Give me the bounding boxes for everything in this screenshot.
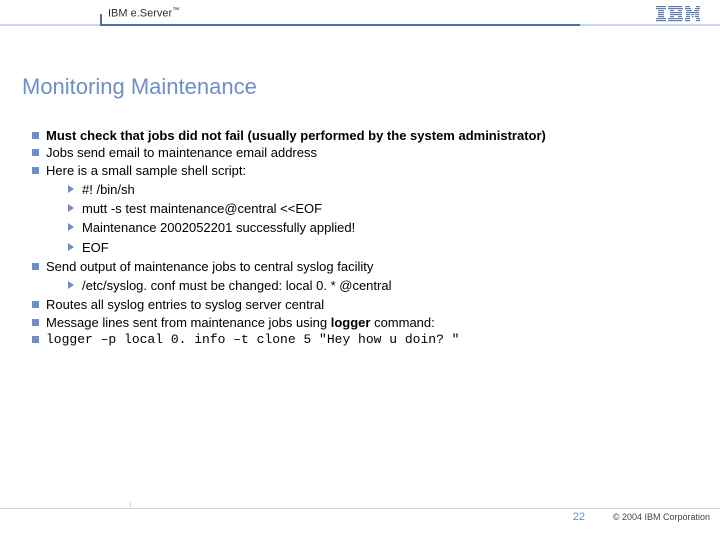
header-rule bbox=[0, 24, 720, 26]
copyright-text: © 2004 IBM Corporation bbox=[613, 512, 710, 522]
bullet-item: Jobs send email to maintenance email add… bbox=[32, 145, 690, 161]
page-number: 22 bbox=[573, 511, 585, 523]
footer-tick bbox=[130, 502, 131, 509]
bullet-item: Routes all syslog entries to syslog serv… bbox=[32, 297, 690, 313]
content-area: Must check that jobs did not fail (usual… bbox=[0, 100, 720, 348]
slide-footer: 22 © 2004 IBM Corporation bbox=[0, 508, 720, 526]
sub-bullet-item: Maintenance 2002052201 successfully appl… bbox=[32, 220, 690, 236]
brand-text: IBM e.Server™ bbox=[108, 7, 179, 20]
slide-header: IBM e.Server™ bbox=[0, 0, 720, 32]
bullet-item: Message lines sent from maintenance jobs… bbox=[32, 315, 690, 331]
bullet-item: Here is a small sample shell script: bbox=[32, 163, 690, 179]
bullet-text-b: logger bbox=[331, 315, 371, 330]
ibm-logo-icon bbox=[656, 6, 700, 27]
sub-bullet-item: #! /bin/sh bbox=[32, 182, 690, 198]
brand-main: Server bbox=[140, 8, 172, 20]
bullet-text-a: Message lines sent from maintenance jobs… bbox=[46, 315, 331, 330]
header-tick bbox=[100, 14, 102, 24]
brand-prefix: IBM e. bbox=[108, 8, 140, 20]
sub-bullet-item: mutt -s test maintenance@central <<EOF bbox=[32, 201, 690, 217]
sub-bullet-item: EOF bbox=[32, 240, 690, 256]
footer-rule bbox=[0, 508, 720, 509]
bullet-item: Must check that jobs did not fail (usual… bbox=[32, 128, 690, 144]
page-title: Monitoring Maintenance bbox=[0, 32, 720, 100]
bullet-item: Send output of maintenance jobs to centr… bbox=[32, 259, 690, 275]
brand-tm: ™ bbox=[172, 7, 179, 14]
sub-bullet-item: /etc/syslog. conf must be changed: local… bbox=[32, 278, 690, 294]
bullet-text-c: command: bbox=[370, 315, 434, 330]
bullet-item-code: logger –p local 0. info –t clone 5 "Hey … bbox=[32, 332, 690, 348]
